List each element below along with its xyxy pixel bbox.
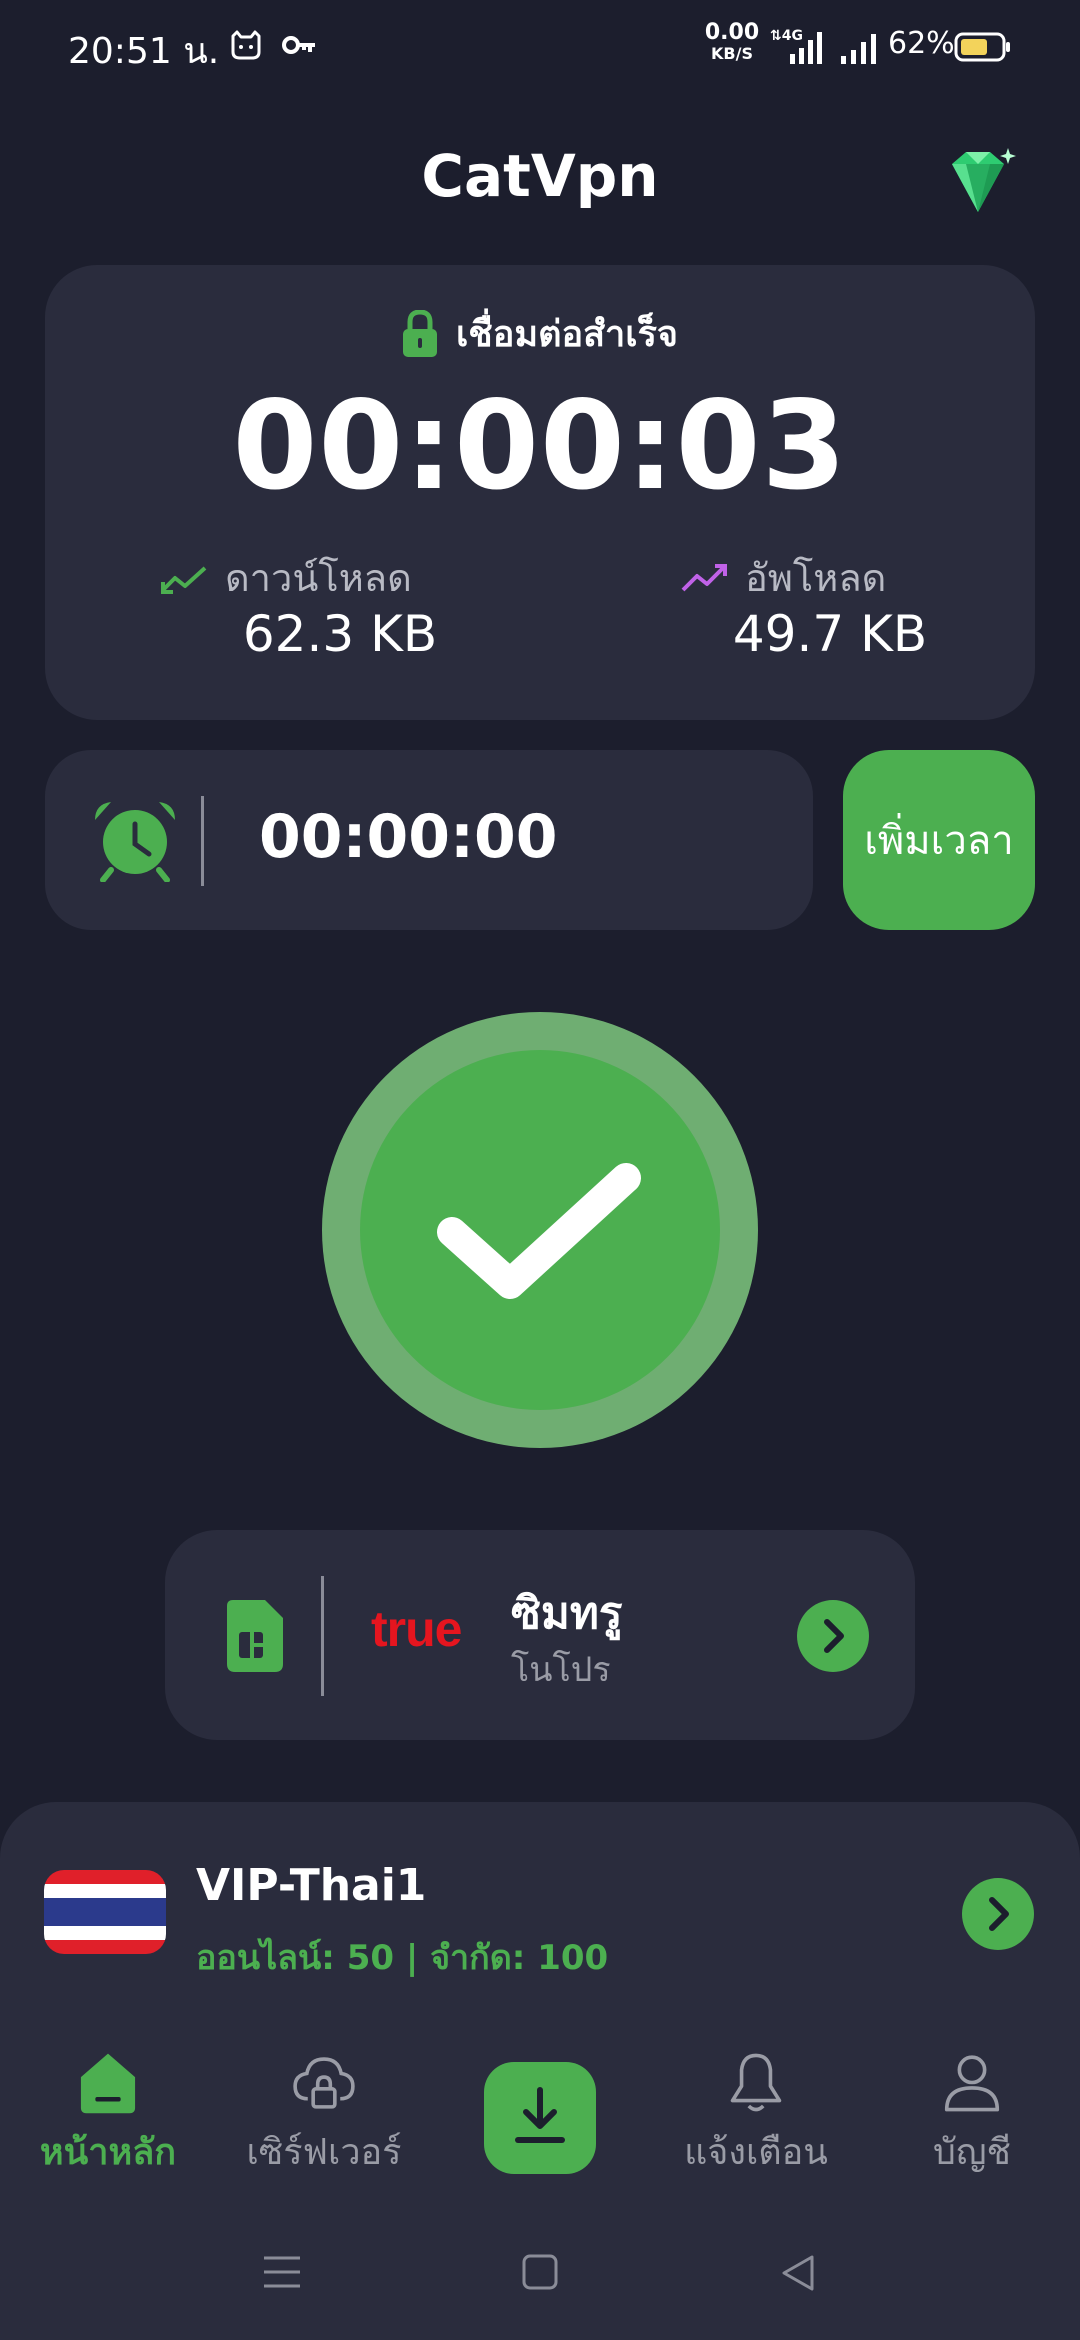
system-menu-icon[interactable] — [262, 2254, 302, 2290]
svg-text:⇅4G: ⇅4G — [770, 28, 803, 44]
server-name: VIP-Thai1 — [196, 1860, 427, 1911]
network-divider — [321, 1576, 324, 1696]
signal-4g-icon: ⇅4G — [770, 28, 822, 64]
connection-card: เชื่อมต่อสำเร็จ 00:00:03 ดาวน์โหลด อัพโห… — [45, 265, 1035, 720]
vpn-key-icon — [282, 36, 315, 54]
checkmark-icon — [437, 1163, 641, 1299]
network-name: ซิมทรู — [511, 1588, 623, 1639]
nav-home-label: หน้าหลัก — [39, 2132, 177, 2173]
system-home-icon[interactable] — [522, 2254, 558, 2290]
upload-label: อัพโหลด — [745, 556, 887, 600]
nav-download-button[interactable] — [484, 2062, 596, 2174]
connection-status: เชื่อมต่อสำเร็จ — [45, 305, 1035, 362]
system-back-icon[interactable] — [780, 2254, 816, 2292]
cloud-lock-icon — [293, 2057, 355, 2109]
bell-icon — [730, 2053, 782, 2112]
nav-home[interactable]: หน้าหลัก — [0, 2050, 216, 2180]
signal-strength-icon — [841, 34, 876, 64]
connection-timer: 00:00:03 — [232, 375, 848, 517]
sim-card-icon — [227, 1600, 283, 1672]
download-value: 62.3 KB — [242, 605, 438, 663]
download-label: ดาวน์โหลด — [225, 556, 412, 600]
time-divider — [201, 796, 204, 886]
network-package: โนโปร — [511, 1650, 611, 1690]
lock-icon — [402, 309, 437, 357]
status-time: 20:51 น. — [68, 31, 220, 72]
add-time-button[interactable]: เพิ่มเวลา — [843, 750, 1035, 930]
nav-account[interactable]: บัญชี — [864, 2050, 1080, 2180]
chevron-right-icon[interactable] — [797, 1600, 869, 1672]
user-icon — [944, 2055, 1000, 2112]
connect-button-inner — [360, 1050, 720, 1410]
connection-status-text: เชื่อมต่อสำเร็จ — [455, 314, 678, 355]
app-title: CatVpn — [421, 142, 659, 210]
true-logo: true — [371, 1601, 462, 1657]
remaining-time-card: 00:00:00 — [45, 750, 813, 930]
server-stats: ออนไลน์: 50 | จำกัด: 100 — [196, 1938, 609, 1978]
download-trend-icon — [161, 566, 207, 594]
server-chevron-right-icon[interactable] — [962, 1878, 1034, 1950]
nav-account-label: บัญชี — [933, 2132, 1011, 2173]
cat-notification-icon — [231, 30, 261, 60]
alarm-clock-icon — [95, 802, 175, 882]
upload-label-group: อัพโหลด — [679, 547, 886, 608]
remaining-time: 00:00:00 — [259, 802, 558, 872]
network-selector-card[interactable]: true ซิมทรู โนโปร — [165, 1530, 915, 1740]
upload-trend-icon — [681, 563, 727, 591]
battery-icon — [954, 32, 1010, 62]
home-icon — [80, 2053, 136, 2114]
nav-notifications[interactable]: แจ้งเตือน — [648, 2050, 864, 2180]
status-bar: 20:51 น. 0.00 KB/S ⇅4G 62% — [0, 0, 1080, 96]
gem-icon[interactable] — [938, 146, 1018, 218]
download-icon — [515, 2087, 565, 2143]
download-label-group: ดาวน์โหลด — [159, 547, 412, 608]
battery-percent: 62% — [888, 26, 955, 61]
upload-value: 49.7 KB — [732, 605, 928, 663]
connect-toggle-button[interactable] — [322, 1012, 758, 1448]
nav-notifications-label: แจ้งเตือน — [684, 2132, 828, 2173]
network-speed: 0.00 KB/S — [704, 20, 760, 63]
nav-servers[interactable]: เซิร์ฟเวอร์ — [216, 2050, 432, 2180]
nav-servers-label: เซิร์ฟเวอร์ — [246, 2132, 402, 2173]
thailand-flag-icon — [44, 1870, 166, 1954]
